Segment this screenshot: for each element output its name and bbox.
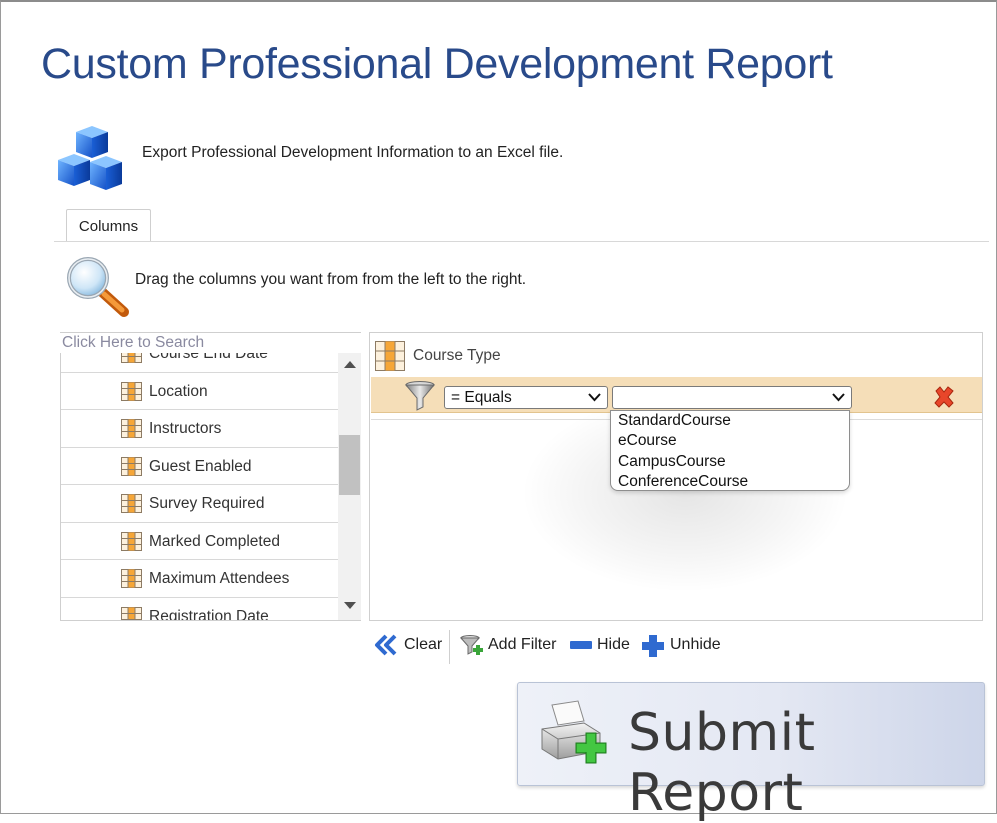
column-grid-icon <box>121 606 142 620</box>
dropdown-option[interactable]: ConferenceCourse <box>611 472 849 492</box>
unhide-label: Unhide <box>670 636 721 653</box>
unhide-button[interactable]: Unhide <box>641 630 721 660</box>
scroll-up-arrow-icon[interactable] <box>344 361 356 368</box>
add-filter-label: Add Filter <box>488 636 557 653</box>
list-item[interactable]: Instructors <box>61 410 338 448</box>
column-grid-icon <box>121 531 142 551</box>
delete-filter-icon[interactable] <box>933 386 955 408</box>
filter-operator-select[interactable]: = Equals <box>444 386 608 409</box>
list-item[interactable]: Survey Required <box>61 485 338 523</box>
tab-columns[interactable]: Columns <box>66 209 151 242</box>
column-grid-icon <box>121 353 142 363</box>
dropdown-option[interactable]: CampusCourse <box>611 452 849 472</box>
magnifier-icon <box>67 257 129 317</box>
column-grid-icon <box>121 381 142 401</box>
column-grid-icon <box>121 456 142 476</box>
intro-text: Export Professional Development Informat… <box>142 144 564 161</box>
tab-divider <box>54 241 989 242</box>
filter-row: = Equals <box>371 377 982 413</box>
hide-label: Hide <box>597 636 630 653</box>
instructions-text: Drag the columns you want from from the … <box>135 271 527 288</box>
hide-button[interactable]: Hide <box>569 630 630 660</box>
plus-icon <box>642 635 664 657</box>
list-item[interactable]: Maximum Attendees <box>61 560 338 598</box>
filter-operator-value: = Equals <box>451 389 512 406</box>
toolbar-divider <box>449 630 450 664</box>
dropdown-option[interactable]: eCourse <box>611 431 849 451</box>
column-grid-icon <box>375 341 405 371</box>
selected-column-label[interactable]: Course Type <box>413 347 501 365</box>
minus-icon <box>570 641 592 649</box>
chevron-down-icon <box>832 393 845 402</box>
list-item[interactable]: Marked Completed <box>61 523 338 560</box>
scroll-down-arrow-icon[interactable] <box>344 602 356 609</box>
chevron-down-icon <box>588 393 601 402</box>
available-columns-list: Course End Date Location Instructors Gue… <box>60 353 338 620</box>
submit-report-label: Submit Report <box>628 703 816 823</box>
list-scrollbar[interactable] <box>338 353 361 620</box>
dropdown-option[interactable]: StandardCourse <box>611 411 849 431</box>
column-grid-icon <box>121 569 142 588</box>
page-title: Custom Professional Development Report <box>41 40 833 88</box>
add-filter-icon <box>460 635 483 655</box>
funnel-icon <box>404 381 436 411</box>
cubes-icon <box>58 126 122 190</box>
column-grid-icon <box>121 419 142 438</box>
list-item-label: Survey Required <box>149 495 265 512</box>
submit-report-button[interactable]: Submit Report <box>517 682 985 823</box>
list-item[interactable]: Guest Enabled <box>61 448 338 485</box>
scroll-thumb[interactable] <box>339 435 360 495</box>
list-item[interactable]: Course End Date <box>61 353 338 373</box>
list-item-label: Maximum Attendees <box>149 570 290 587</box>
clear-label: Clear <box>404 636 443 653</box>
column-grid-icon <box>121 494 142 513</box>
add-filter-button[interactable]: Add Filter <box>460 630 560 660</box>
column-search-input[interactable] <box>60 332 361 353</box>
printer-add-icon <box>541 700 607 764</box>
filter-value-dropdown: StandardCourse eCourse CampusCourse Conf… <box>610 410 850 491</box>
list-item-label: Marked Completed <box>149 532 280 550</box>
list-item-label: Course End Date <box>149 353 268 362</box>
filter-value-select[interactable] <box>612 386 852 409</box>
clear-button[interactable]: Clear <box>374 630 444 660</box>
double-chevron-left-icon <box>375 634 397 656</box>
list-item-label: Registration Date <box>149 607 269 621</box>
list-item-label: Instructors <box>149 420 222 437</box>
list-item[interactable]: Registration Date <box>61 598 338 621</box>
list-item[interactable]: Location <box>61 373 338 410</box>
list-item-label: Guest Enabled <box>149 457 252 475</box>
list-item-label: Location <box>149 382 208 400</box>
